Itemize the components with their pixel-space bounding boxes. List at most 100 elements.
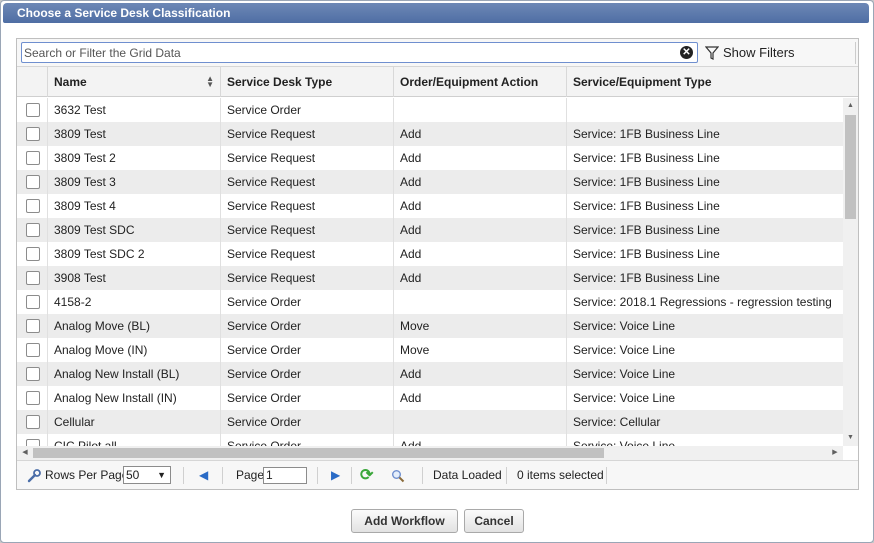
cell-name: 4158-2 — [48, 290, 221, 314]
grid: ✕ Show Filters Name ▲▼ Service Desk Type… — [16, 38, 859, 490]
cell-service-desk-type: Service Request — [221, 242, 394, 266]
table-row[interactable]: 3809 Test SDC 2 Service Request Add Service… — [17, 242, 844, 266]
row-checkbox[interactable] — [26, 199, 40, 213]
row-select-cell — [17, 218, 48, 242]
cell-service-type: Service: 1FB Business Line — [573, 175, 720, 189]
cell-name: 3809 Test SDC — [48, 218, 221, 242]
wrench-icon[interactable] — [27, 461, 41, 490]
cell-action: Add — [394, 266, 567, 290]
vertical-scrollbar[interactable]: ▲ ▼ — [843, 98, 858, 446]
divider — [855, 42, 856, 64]
cell-name: 3908 Test — [48, 266, 221, 290]
table-row[interactable]: 3908 Test Service Request Add Service: 1FB … — [17, 266, 844, 290]
row-checkbox[interactable] — [26, 175, 40, 189]
show-filters-button[interactable]: Show Filters — [705, 43, 795, 63]
prev-page-icon[interactable]: ◀ — [199, 461, 208, 490]
row-checkbox[interactable] — [26, 271, 40, 285]
table-row[interactable]: 3809 Test Service Request Add Service: 1FB … — [17, 122, 844, 146]
cell-action: Move — [394, 314, 567, 338]
status-text: Data Loaded — [433, 468, 502, 482]
row-select-cell — [17, 194, 48, 218]
cell-name: Analog Move (IN) — [48, 338, 221, 362]
row-checkbox[interactable] — [26, 415, 40, 429]
dialog: Choose a Service Desk Classification ✕ S… — [0, 0, 874, 543]
scroll-down-icon[interactable]: ▼ — [843, 431, 858, 445]
table-row[interactable]: 3809 Test 3 Service Request Add Service: 1F… — [17, 170, 844, 194]
table-row[interactable]: Analog Move (BL) Service Order Move Service… — [17, 314, 844, 338]
cell-service-type: Service: 1FB Business Line — [573, 127, 720, 141]
row-checkbox[interactable] — [26, 367, 40, 381]
column-header-label: Order/Equipment Action — [400, 75, 539, 89]
column-header-service-type[interactable]: Service/Equipment Type — [567, 67, 844, 97]
table-row[interactable]: Analog New Install (IN) Service Order Add S… — [17, 386, 844, 410]
row-checkbox[interactable] — [26, 319, 40, 333]
row-select-cell — [17, 146, 48, 170]
cell-service-type: Service: 1FB Business Line — [573, 247, 720, 261]
cell-action: Add — [394, 242, 567, 266]
rows-per-page-select[interactable]: 50 ▼ — [123, 466, 171, 484]
cancel-button[interactable]: Cancel — [464, 509, 524, 533]
table-row[interactable]: 3632 Test Service Order — [17, 98, 844, 122]
cell-action: Add — [394, 146, 567, 170]
cell-name: 3632 Test — [48, 98, 221, 122]
refresh-icon[interactable]: ⟳ — [360, 461, 373, 490]
clear-icon[interactable]: ✕ — [680, 46, 693, 59]
scroll-thumb-horizontal[interactable] — [33, 448, 604, 458]
search-icon[interactable] — [391, 461, 405, 490]
cell-name: CIC Pilot all — [48, 434, 221, 446]
row-checkbox[interactable] — [26, 391, 40, 405]
table-row[interactable]: 3809 Test 2 Service Request Add Service: 1F… — [17, 146, 844, 170]
cell-action — [394, 410, 567, 434]
table-row[interactable]: 3809 Test 4 Service Request Add Service: 1F… — [17, 194, 844, 218]
table-row[interactable]: Analog Move (IN) Service Order Move Service… — [17, 338, 844, 362]
row-checkbox[interactable] — [26, 103, 40, 117]
row-checkbox[interactable] — [26, 223, 40, 237]
next-page-icon[interactable]: ▶ — [331, 461, 340, 490]
row-select-cell — [17, 386, 48, 410]
table-row[interactable]: 4158-2 Service Order Service: 2018.1 Regre… — [17, 290, 844, 314]
cell-service-desk-type: Service Request — [221, 266, 394, 290]
row-checkbox[interactable] — [26, 151, 40, 165]
cell-service-type: Service: Voice Line — [573, 439, 676, 446]
cell-service-desk-type: Service Order — [221, 410, 394, 434]
column-header-service-desk-type[interactable]: Service Desk Type — [221, 67, 394, 97]
row-select-cell — [17, 314, 48, 338]
row-checkbox[interactable] — [26, 295, 40, 309]
select-all-column — [17, 67, 48, 97]
cell-service-type: Service: Voice Line — [573, 343, 676, 357]
table-row[interactable]: Analog New Install (BL) Service Order Add S… — [17, 362, 844, 386]
selection-count: 0 items selected — [517, 468, 604, 482]
page-input[interactable]: 1 — [263, 467, 307, 484]
cell-action: Add — [394, 194, 567, 218]
cell-service-desk-type: Service Order — [221, 362, 394, 386]
scroll-up-icon[interactable]: ▲ — [843, 99, 858, 113]
table-row[interactable]: CIC Pilot all Service Order Add Service: Vo… — [17, 434, 844, 446]
divider — [506, 467, 507, 484]
row-checkbox[interactable] — [26, 247, 40, 261]
table-row[interactable]: 3809 Test SDC Service Request Add Service: … — [17, 218, 844, 242]
cell-action: Add — [394, 122, 567, 146]
cell-name: Analog Move (BL) — [48, 314, 221, 338]
scroll-thumb[interactable] — [845, 115, 856, 219]
divider — [222, 467, 223, 484]
horizontal-scrollbar[interactable]: ◀ ▶ — [17, 446, 843, 460]
column-header-name[interactable]: Name ▲ ▼ — [48, 67, 221, 97]
row-select-cell — [17, 122, 48, 146]
table-row[interactable]: Cellular Service Order Service: Cellular — [17, 410, 844, 434]
add-workflow-button[interactable]: Add Workflow — [351, 509, 458, 533]
cell-service-type: Service: Voice Line — [573, 391, 676, 405]
cell-action: Add — [394, 434, 567, 446]
column-header-action[interactable]: Order/Equipment Action — [394, 67, 567, 97]
row-checkbox[interactable] — [26, 343, 40, 357]
row-checkbox[interactable] — [26, 439, 40, 446]
cell-name: 3809 Test 2 — [48, 146, 221, 170]
show-filters-label: Show Filters — [723, 45, 795, 60]
search-input[interactable] — [22, 43, 672, 62]
sort-icon[interactable]: ▲ ▼ — [206, 75, 214, 89]
scroll-left-icon[interactable]: ◀ — [18, 446, 32, 460]
cell-service-desk-type: Service Order — [221, 434, 394, 446]
row-checkbox[interactable] — [26, 127, 40, 141]
scroll-right-icon[interactable]: ▶ — [828, 446, 842, 460]
row-select-cell — [17, 338, 48, 362]
cell-name: Analog New Install (BL) — [48, 362, 221, 386]
